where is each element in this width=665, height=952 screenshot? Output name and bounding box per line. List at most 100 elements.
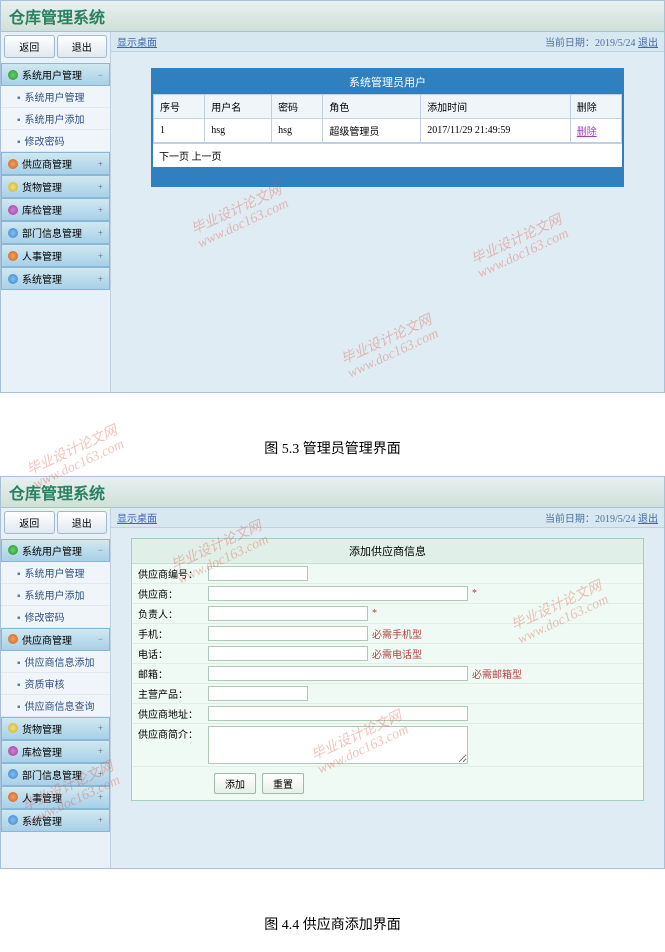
app-title: 仓库管理系统 [9, 480, 656, 504]
add-button[interactable]: 添加 [214, 773, 256, 794]
nav-section-head[interactable]: 部门信息管理+ [1, 763, 110, 786]
show-desktop-link[interactable]: 显示桌面 [117, 34, 157, 49]
app-window-admin: 仓库管理系统 返回 退出 系统用户管理−系统用户管理系统用户添加修改密码供应商管… [0, 0, 665, 393]
label-owner: 负责人： [138, 606, 208, 621]
label-code: 供应商编号： [138, 566, 208, 581]
label-biz: 主营产品： [138, 686, 208, 701]
form-title: 添加供应商信息 [132, 539, 643, 564]
table-header: 用户名 [205, 95, 272, 119]
folder-icon [8, 70, 18, 80]
nav-item[interactable]: 供应商信息添加 [1, 651, 110, 673]
nav-section-head[interactable]: 供应商管理+ [1, 152, 110, 175]
input-code[interactable] [208, 566, 308, 581]
nav-section-head[interactable]: 货物管理+ [1, 717, 110, 740]
pager[interactable]: 下一页 上一页 [153, 143, 622, 167]
label-addr: 供应商地址： [138, 706, 208, 721]
supplier-form-panel: 添加供应商信息 供应商编号： 供应商：* 负责人：* 手机：必需手机型 电话：必… [131, 538, 644, 801]
exit-button[interactable]: 退出 [57, 35, 108, 58]
nav-section-label: 人事管理 [22, 790, 98, 805]
email-hint: 必需邮箱型 [472, 666, 522, 681]
nav-item[interactable]: 系统用户添加 [1, 108, 110, 130]
folder-icon [8, 251, 18, 261]
app-header: 仓库管理系统 [1, 477, 664, 508]
nav-section-head[interactable]: 库检管理+ [1, 740, 110, 763]
nav-section-head[interactable]: 货物管理+ [1, 175, 110, 198]
table-header: 序号 [154, 95, 205, 119]
watermark: 毕业设计论文网www.doc163.com [339, 313, 441, 383]
label-intro: 供应商简介： [138, 726, 208, 741]
expand-icon: + [98, 159, 103, 169]
table-cell: 超级管理员 [323, 119, 421, 143]
nav-section-label: 供应商管理 [22, 632, 98, 647]
expand-icon: + [98, 792, 103, 802]
exit-button[interactable]: 退出 [57, 511, 108, 534]
logout-link[interactable]: 退出 [638, 514, 658, 525]
nav-section-label: 人事管理 [22, 248, 98, 263]
table-header: 添加时间 [421, 95, 571, 119]
nav-section-head[interactable]: 供应商管理− [1, 628, 110, 651]
nav-item[interactable]: 供应商信息查询 [1, 695, 110, 717]
table-cell: 2017/11/29 21:49:59 [421, 119, 571, 143]
table-header: 密码 [272, 95, 323, 119]
show-desktop-link[interactable]: 显示桌面 [117, 510, 157, 525]
nav-item[interactable]: 系统用户管理 [1, 562, 110, 584]
input-email[interactable] [208, 666, 468, 681]
folder-icon [8, 634, 18, 644]
reset-button[interactable]: 重置 [262, 773, 304, 794]
nav-section-head[interactable]: 部门信息管理+ [1, 221, 110, 244]
nav-section-head[interactable]: 系统用户管理− [1, 63, 110, 86]
input-tel[interactable] [208, 646, 368, 661]
expand-icon: + [98, 228, 103, 238]
input-owner[interactable] [208, 606, 368, 621]
nav-section-label: 库检管理 [22, 744, 98, 759]
nav-item[interactable]: 修改密码 [1, 130, 110, 152]
folder-icon [8, 182, 18, 192]
delete-link[interactable]: 删除 [577, 127, 597, 138]
folder-icon [8, 205, 18, 215]
expand-icon: + [98, 182, 103, 192]
folder-icon [8, 815, 18, 825]
input-biz[interactable] [208, 686, 308, 701]
sidebar: 返回 退出 系统用户管理−系统用户管理系统用户添加修改密码供应商管理−供应商信息… [1, 508, 111, 868]
nav-section-head[interactable]: 系统管理+ [1, 267, 110, 290]
date-display: 当前日期：2019/5/24 退出 [545, 34, 658, 49]
expand-icon: + [98, 723, 103, 733]
folder-icon [8, 228, 18, 238]
nav-item[interactable]: 资质审核 [1, 673, 110, 695]
nav-item[interactable]: 系统用户管理 [1, 86, 110, 108]
nav-item[interactable]: 系统用户添加 [1, 584, 110, 606]
figure-caption-1: 图 5.3 管理员管理界面 [0, 424, 665, 476]
table-row: 1hsghsg超级管理员2017/11/29 21:49:59删除 [154, 119, 622, 143]
date-display: 当前日期：2019/5/24 退出 [545, 510, 658, 525]
app-title: 仓库管理系统 [9, 4, 656, 28]
nav-section-label: 系统用户管理 [22, 543, 98, 558]
label-tel: 电话： [138, 646, 208, 661]
back-button[interactable]: 返回 [4, 35, 55, 58]
table-header: 删除 [570, 95, 621, 119]
table-header: 角色 [323, 95, 421, 119]
nav-section-head[interactable]: 人事管理+ [1, 244, 110, 267]
nav-section-label: 库检管理 [22, 202, 98, 217]
input-intro[interactable] [208, 726, 468, 764]
panel-title: 系统管理员用户 [153, 70, 622, 94]
expand-icon: + [98, 274, 103, 284]
app-header: 仓库管理系统 [1, 1, 664, 32]
nav-section-head[interactable]: 库检管理+ [1, 198, 110, 221]
folder-icon [8, 159, 18, 169]
back-button[interactable]: 返回 [4, 511, 55, 534]
sidebar: 返回 退出 系统用户管理−系统用户管理系统用户添加修改密码供应商管理+货物管理+… [1, 32, 111, 392]
expand-icon: + [98, 746, 103, 756]
logout-link[interactable]: 退出 [638, 38, 658, 49]
nav-section-head[interactable]: 人事管理+ [1, 786, 110, 809]
input-name[interactable] [208, 586, 468, 601]
input-addr[interactable] [208, 706, 468, 721]
label-email: 邮箱： [138, 666, 208, 681]
nav-section-head[interactable]: 系统管理+ [1, 809, 110, 832]
input-mobile[interactable] [208, 626, 368, 641]
required-hint: * [372, 608, 377, 619]
required-hint: * [472, 588, 477, 599]
expand-icon: + [98, 815, 103, 825]
nav-section-head[interactable]: 系统用户管理− [1, 539, 110, 562]
figure-caption-2: 图 4.4 供应商添加界面 [0, 900, 665, 952]
nav-item[interactable]: 修改密码 [1, 606, 110, 628]
